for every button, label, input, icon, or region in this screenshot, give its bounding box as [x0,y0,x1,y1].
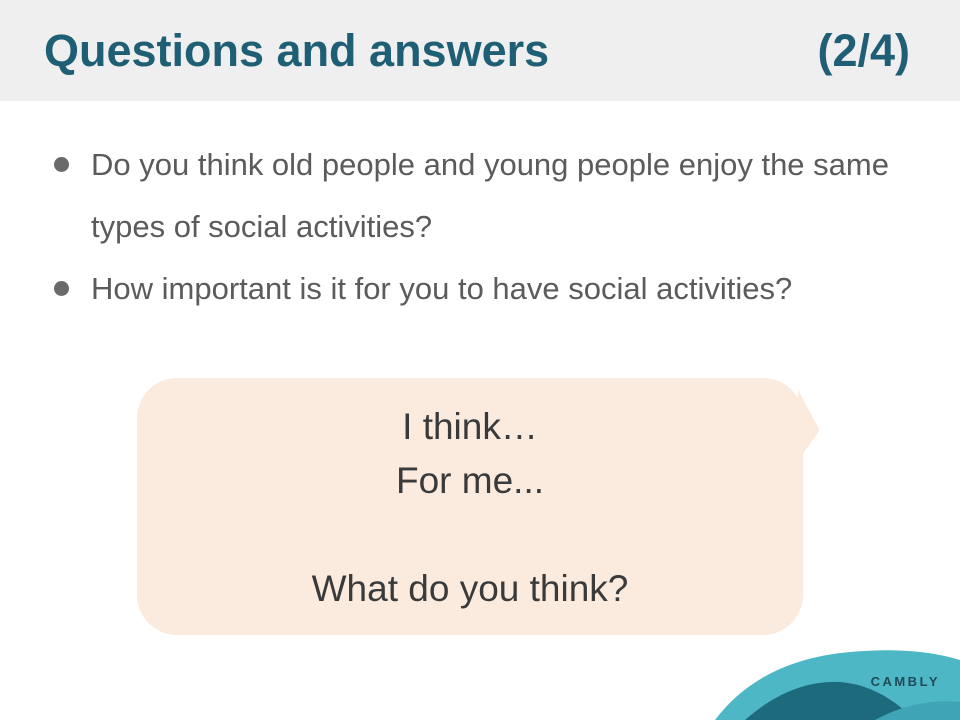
bubble-line: I think… [402,406,538,447]
question-text: How important is it for you to have soci… [91,271,793,306]
page-indicator: (2/4) [817,25,910,76]
bubble-line [137,508,803,562]
bullet-icon [54,157,69,172]
question-text: Do you think old people and young people… [91,147,889,244]
question-list: Do you think old people and young people… [50,134,910,320]
slide-title: Questions and answers [44,25,550,76]
speech-bubble-tail-icon [798,390,819,460]
bubble-line: For me... [395,460,545,501]
speech-bubble: I think… For me... What do you think? [137,378,803,635]
slide-header: Questions and answers (2/4) [0,0,960,101]
brand-logo: CAMBLY [870,674,940,689]
bullet-icon [54,281,69,296]
bubble-line: What do you think? [311,568,629,609]
question-item: How important is it for you to have soci… [50,258,910,320]
speech-bubble-text: I think… For me... What do you think? [137,400,803,616]
question-item: Do you think old people and young people… [50,134,910,258]
